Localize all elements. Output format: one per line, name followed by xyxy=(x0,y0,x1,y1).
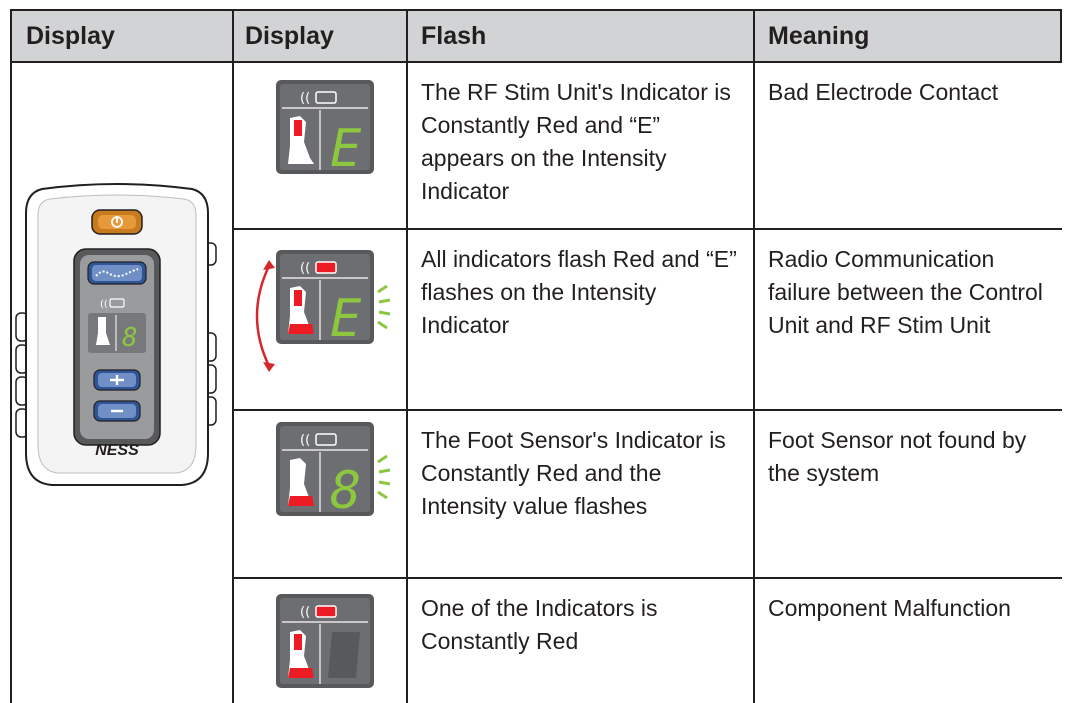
meaning-text-1: Bad Electrode Contact xyxy=(768,79,999,105)
display-panel-4: (( xyxy=(276,594,374,688)
brand-logo: NESS xyxy=(95,442,139,459)
radio-indicator-icon: (( xyxy=(300,91,310,106)
blank-intensity-indicator xyxy=(328,632,360,678)
flash-text-3: The Foot Sensor's Indicator is Constantl… xyxy=(421,427,726,519)
header-bottom-border xyxy=(10,61,1062,63)
stimulation-wave-icon xyxy=(87,261,147,285)
header-display-2: Display xyxy=(245,22,334,50)
display-panel-2: (( E xyxy=(255,250,391,372)
col-border-3 xyxy=(406,9,408,703)
plus-icon xyxy=(93,369,141,391)
control-unit-illustration: (( 8 NESS xyxy=(15,183,217,486)
meaning-text-3: Foot Sensor not found by the system xyxy=(768,427,1027,486)
power-icon xyxy=(91,209,143,235)
display-panel-3: (( 8 xyxy=(276,422,391,521)
flash-text-1: The RF Stim Unit's Indicator is Constant… xyxy=(421,79,731,204)
col-border-2 xyxy=(232,9,234,703)
flash-text-2: All indicators flash Red and “E” flashes… xyxy=(421,246,737,338)
header-display-1: Display xyxy=(26,22,115,50)
svg-text:((: (( xyxy=(300,605,310,620)
row-divider-3 xyxy=(232,577,1062,579)
intensity-digit: E xyxy=(330,119,362,174)
svg-text:((: (( xyxy=(300,261,310,276)
flash-text-4: One of the Indicators is Constantly Red xyxy=(421,595,658,654)
row-divider-1 xyxy=(232,228,1062,230)
display-panel-1: (( E xyxy=(276,80,374,174)
row-divider-2 xyxy=(232,409,1062,411)
svg-text:E: E xyxy=(330,289,362,349)
svg-text:((: (( xyxy=(100,299,108,310)
svg-text:8: 8 xyxy=(122,323,138,353)
header-meaning: Meaning xyxy=(768,22,870,50)
meaning-text-2: Radio Communication failure between the … xyxy=(768,246,1043,338)
table-top-border xyxy=(10,9,1062,11)
flash-rays-icon xyxy=(377,284,391,330)
svg-text:8: 8 xyxy=(330,461,361,521)
flash-arrow-icon xyxy=(255,265,271,367)
header-flash: Flash xyxy=(421,22,487,50)
svg-text:((: (( xyxy=(300,433,310,448)
minus-icon xyxy=(93,400,141,422)
col-border-right xyxy=(1060,9,1062,63)
table-header-row xyxy=(10,10,1061,62)
col-border-4 xyxy=(753,9,755,703)
meaning-text-4: Component Malfunction xyxy=(768,595,1011,621)
